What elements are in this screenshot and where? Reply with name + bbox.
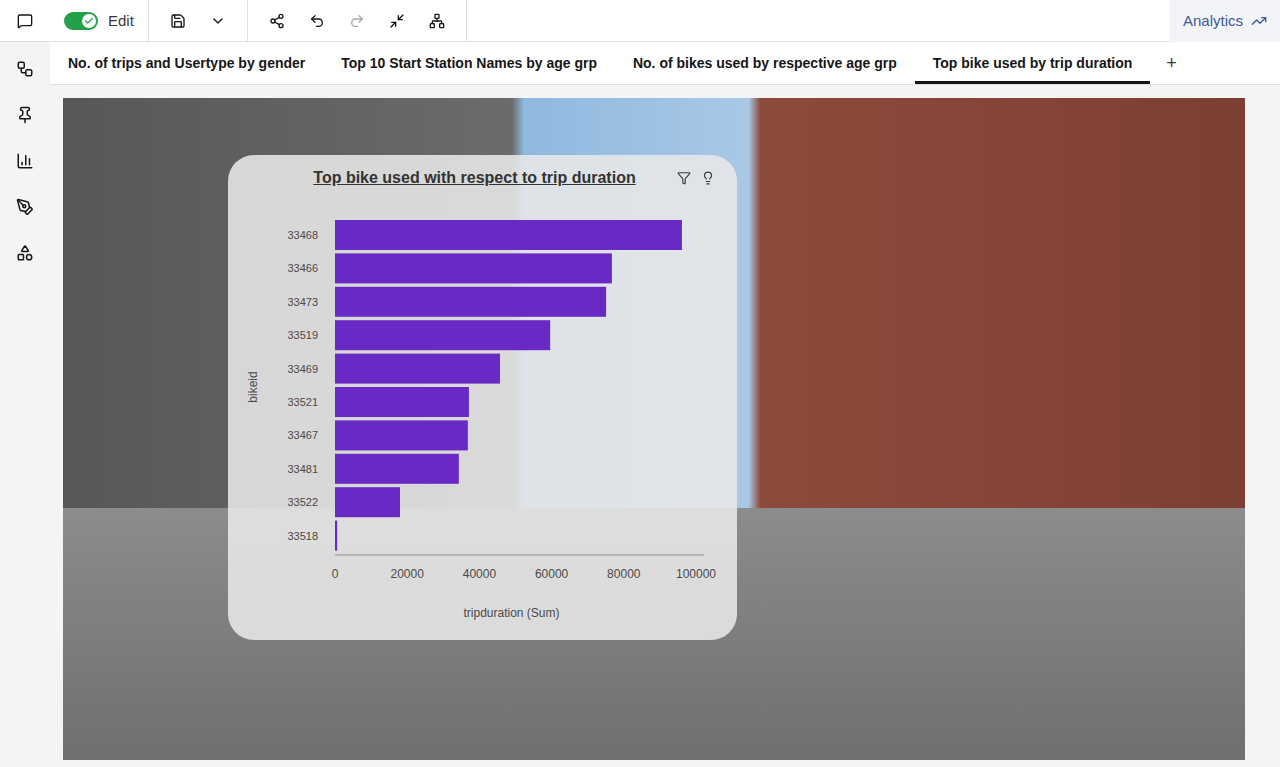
bar-row[interactable]: 33468 [287,220,682,250]
chart-card[interactable]: Top bike used with respect to trip durat… [228,155,737,640]
bar[interactable] [335,220,682,250]
analytics-label: Analytics [1183,12,1243,29]
x-axis-label: tripduration (Sum) [463,606,559,620]
x-tick-label: 80000 [607,567,641,581]
collapse-button[interactable] [382,6,412,36]
category-label: 33467 [287,429,318,441]
pen-tool-icon [16,198,34,216]
bar[interactable] [335,354,500,384]
save-group [149,0,248,42]
pin-icon [16,106,34,124]
edit-label: Edit [108,12,134,29]
bar-row[interactable]: 33466 [287,253,611,283]
tab[interactable]: Top 10 Start Station Names by age grp [323,42,615,84]
save-menu-button[interactable] [203,6,233,36]
x-tick-label: 40000 [463,567,497,581]
bar-row[interactable]: 33518 [287,521,337,551]
bar[interactable] [335,521,337,551]
x-tick-label: 20000 [391,567,425,581]
category-label: 33481 [287,463,318,475]
toolbar: Edit Analytics [0,0,1280,42]
add-tab-button[interactable]: + [1150,42,1193,84]
dashboard-canvas: Top bike used with respect to trip durat… [50,85,1280,767]
chart-line-icon [1251,13,1267,29]
bar[interactable] [335,287,606,317]
bar[interactable] [335,253,612,283]
collapse-icon [389,13,405,29]
category-label: 33518 [287,530,318,542]
edit-toggle[interactable] [64,12,98,30]
category-label: 33469 [287,363,318,375]
redo-icon [349,13,365,29]
category-label: 33468 [287,229,318,241]
bar-row[interactable]: 33481 [287,454,458,484]
visualizations-button[interactable] [10,146,40,176]
relations-button[interactable] [422,6,452,36]
category-label: 33473 [287,296,318,308]
x-tick-label: 100000 [676,567,716,581]
actions-group [248,0,467,42]
comment-button[interactable] [0,0,50,42]
pins-button[interactable] [10,100,40,130]
save-icon [170,13,186,29]
save-button[interactable] [163,6,193,36]
tab[interactable]: Top bike used by trip duration [915,42,1151,84]
chart-title: Top bike used with respect to trip durat… [228,169,677,197]
undo-button[interactable] [302,6,332,36]
tab[interactable]: No. of trips and Usertype by gender [50,42,323,84]
sidebar [0,42,50,767]
bar-row[interactable]: 33519 [287,320,550,350]
bar-row[interactable]: 33469 [287,354,500,384]
filter-icon[interactable] [677,171,691,185]
shapes-icon [16,244,34,262]
app: Edit Analytics No. of trips and Usertype b… [0,0,1280,767]
bar-row[interactable]: 33473 [287,287,606,317]
bar-chart-icon [16,152,34,170]
bar[interactable] [335,487,400,517]
bar-chart: 33468 33466 33473 33519 33469 33521 33467 33481… [228,197,737,637]
comment-icon [17,13,33,29]
lightbulb-icon[interactable] [701,171,715,185]
y-axis-label: bikeid [246,371,260,402]
data-sources-button[interactable] [10,54,40,84]
category-label: 33466 [287,262,318,274]
x-axis [335,555,704,556]
body: No. of trips and Usertype by genderTop 1… [0,42,1280,767]
widgets-button[interactable] [10,238,40,268]
card-header: Top bike used with respect to trip durat… [228,155,737,197]
undo-icon [309,13,325,29]
bar[interactable] [335,387,469,417]
chevron-down-icon [210,13,226,29]
category-label: 33522 [287,496,318,508]
background-photo: Top bike used with respect to trip durat… [63,98,1245,760]
relations-icon [429,13,445,29]
tab-bar: No. of trips and Usertype by genderTop 1… [50,42,1280,85]
bar[interactable] [335,320,550,350]
x-tick-label: 60000 [535,567,569,581]
card-actions [677,171,715,197]
check-icon [84,16,94,26]
share-button[interactable] [262,6,292,36]
share-icon [269,13,285,29]
assets-button[interactable] [10,192,40,222]
data-tree-icon [16,60,34,78]
analytics-switch[interactable]: Analytics [1170,0,1280,42]
bar-row[interactable]: 33467 [287,420,467,450]
category-label: 33519 [287,329,318,341]
bar[interactable] [335,420,468,450]
bar-row[interactable]: 33521 [287,387,469,417]
main: No. of trips and Usertype by genderTop 1… [50,42,1280,767]
redo-button[interactable] [342,6,372,36]
toggle-knob [82,14,96,28]
edit-group: Edit [50,0,149,42]
bar-row[interactable]: 33522 [287,487,400,517]
bar[interactable] [335,454,459,484]
x-tick-label: 0 [332,567,339,581]
category-label: 33521 [287,396,318,408]
tab[interactable]: No. of bikes used by respective age grp [615,42,915,84]
